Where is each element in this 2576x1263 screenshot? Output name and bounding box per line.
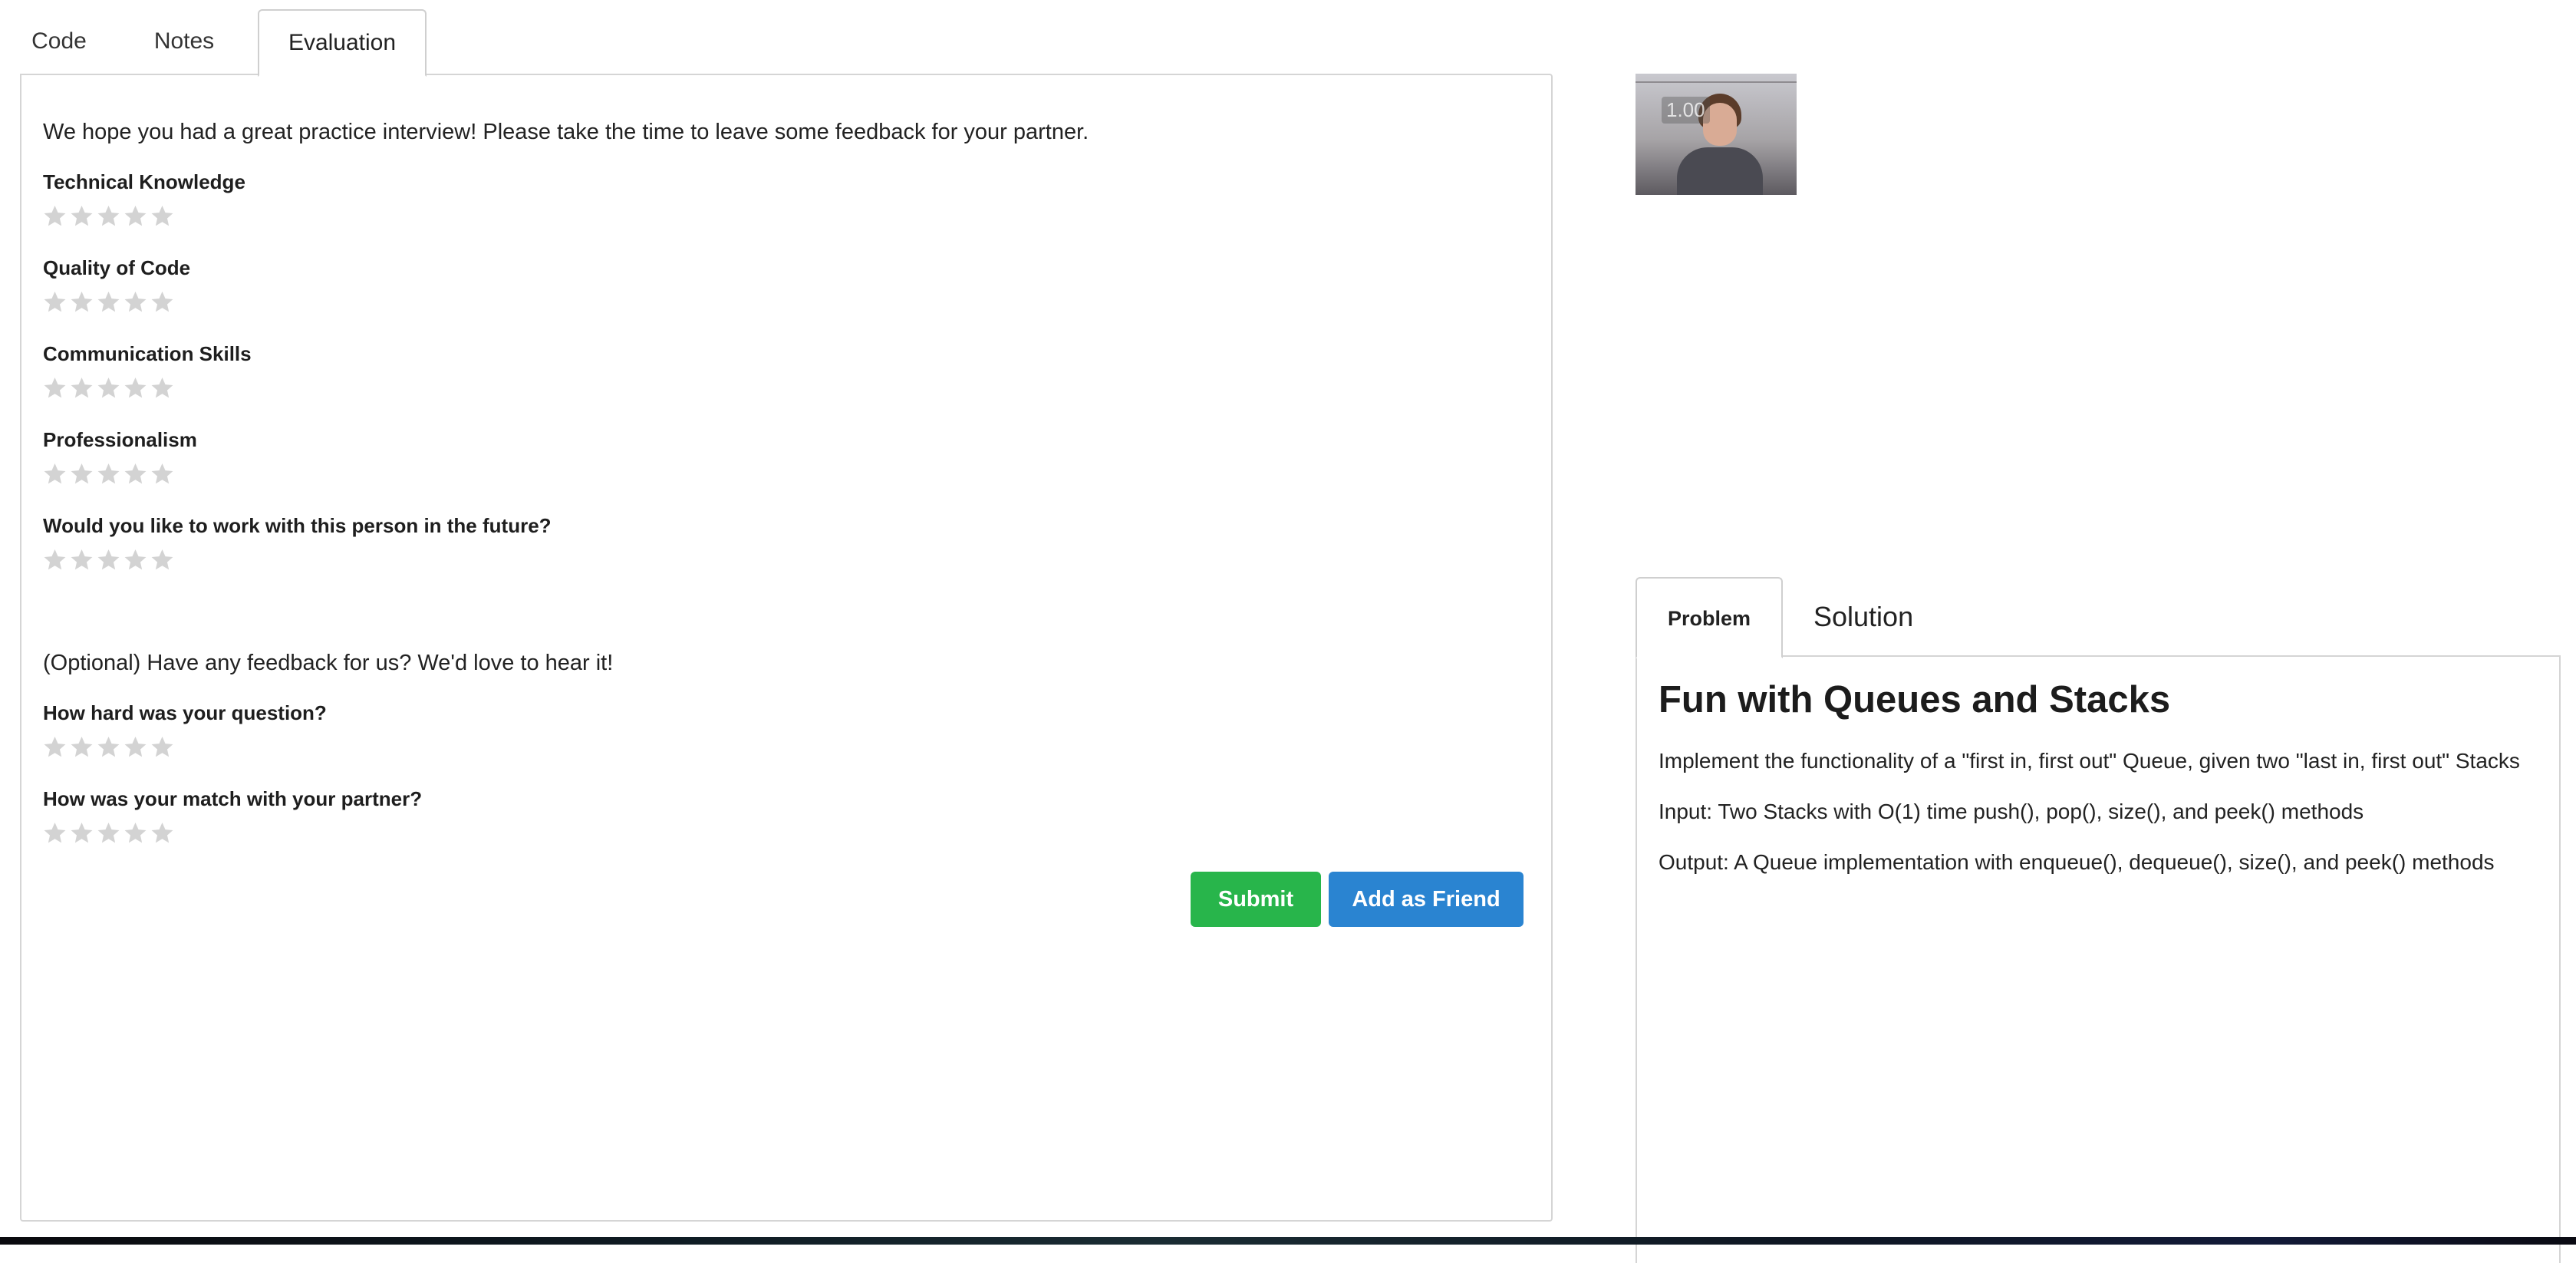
star-icon[interactable] bbox=[150, 548, 174, 572]
star-icon[interactable] bbox=[43, 548, 67, 572]
star-icon[interactable] bbox=[43, 821, 67, 845]
problem-panel: Fun with Queues and Stacks Implement the… bbox=[1636, 655, 2561, 1263]
rating-quality-of-code[interactable] bbox=[43, 290, 174, 321]
star-icon[interactable] bbox=[124, 548, 147, 572]
star-icon[interactable] bbox=[150, 735, 174, 759]
star-icon[interactable] bbox=[70, 462, 94, 486]
problem-description: Implement the functionality of a "first … bbox=[1659, 749, 2520, 773]
star-icon[interactable] bbox=[124, 204, 147, 228]
star-icon[interactable] bbox=[97, 735, 120, 759]
question-label-partner-match: How was your match with your partner? bbox=[43, 787, 423, 810]
problem-input: Input: Two Stacks with O(1) time push(),… bbox=[1659, 800, 2364, 823]
rating-partner-match[interactable] bbox=[43, 821, 174, 852]
submit-button[interactable]: Submit bbox=[1191, 872, 1321, 927]
tab-problem[interactable]: Problem bbox=[1636, 577, 1783, 658]
star-icon[interactable] bbox=[150, 376, 174, 400]
problem-output: Output: A Queue implementation with enqu… bbox=[1659, 850, 2495, 874]
evaluation-panel: We hope you had a great practice intervi… bbox=[20, 74, 1553, 1222]
question-label-quality-of-code: Quality of Code bbox=[43, 256, 191, 279]
star-icon[interactable] bbox=[70, 735, 94, 759]
tab-solution[interactable]: Solution bbox=[1813, 577, 1913, 655]
video-person-body bbox=[1677, 147, 1763, 195]
optional-feedback-prompt: (Optional) Have any feedback for us? We'… bbox=[43, 651, 614, 675]
star-icon[interactable] bbox=[124, 462, 147, 486]
question-label-communication-skills: Communication Skills bbox=[43, 342, 252, 365]
video-background bbox=[1636, 81, 1797, 83]
add-as-friend-button[interactable]: Add as Friend bbox=[1329, 872, 1524, 927]
star-icon[interactable] bbox=[70, 548, 94, 572]
question-label-question-difficulty: How hard was your question? bbox=[43, 701, 327, 724]
star-icon[interactable] bbox=[70, 376, 94, 400]
partner-video: 1.00 bbox=[1636, 74, 1797, 195]
question-label-technical-knowledge: Technical Knowledge bbox=[43, 170, 245, 193]
star-icon[interactable] bbox=[150, 290, 174, 314]
star-icon[interactable] bbox=[97, 821, 120, 845]
star-icon[interactable] bbox=[70, 821, 94, 845]
star-icon[interactable] bbox=[70, 290, 94, 314]
tab-notes[interactable]: Notes bbox=[149, 9, 219, 74]
question-label-work-again: Would you like to work with this person … bbox=[43, 514, 552, 537]
star-icon[interactable] bbox=[150, 821, 174, 845]
video-overlay-text: 1.00 bbox=[1662, 97, 1710, 124]
star-icon[interactable] bbox=[97, 548, 120, 572]
rating-work-again[interactable] bbox=[43, 548, 174, 579]
star-icon[interactable] bbox=[150, 204, 174, 228]
star-icon[interactable] bbox=[150, 462, 174, 486]
star-icon[interactable] bbox=[70, 204, 94, 228]
star-icon[interactable] bbox=[43, 290, 67, 314]
star-icon[interactable] bbox=[43, 204, 67, 228]
problem-title: Fun with Queues and Stacks bbox=[1659, 679, 2171, 721]
star-icon[interactable] bbox=[124, 376, 147, 400]
tab-evaluation[interactable]: Evaluation bbox=[258, 9, 427, 77]
star-icon[interactable] bbox=[124, 821, 147, 845]
question-label-professionalism: Professionalism bbox=[43, 428, 197, 451]
star-icon[interactable] bbox=[43, 462, 67, 486]
tab-code[interactable]: Code bbox=[29, 9, 89, 74]
star-icon[interactable] bbox=[43, 735, 67, 759]
rating-technical-knowledge[interactable] bbox=[43, 204, 174, 235]
star-icon[interactable] bbox=[97, 376, 120, 400]
star-icon[interactable] bbox=[97, 290, 120, 314]
star-icon[interactable] bbox=[124, 290, 147, 314]
rating-communication-skills[interactable] bbox=[43, 376, 174, 407]
star-icon[interactable] bbox=[97, 204, 120, 228]
rating-question-difficulty[interactable] bbox=[43, 735, 174, 766]
star-icon[interactable] bbox=[43, 376, 67, 400]
star-icon[interactable] bbox=[124, 735, 147, 759]
desktop-background-strip bbox=[0, 1237, 2576, 1245]
rating-professionalism[interactable] bbox=[43, 462, 174, 493]
evaluation-intro: We hope you had a great practice intervi… bbox=[43, 120, 1089, 144]
star-icon[interactable] bbox=[97, 462, 120, 486]
